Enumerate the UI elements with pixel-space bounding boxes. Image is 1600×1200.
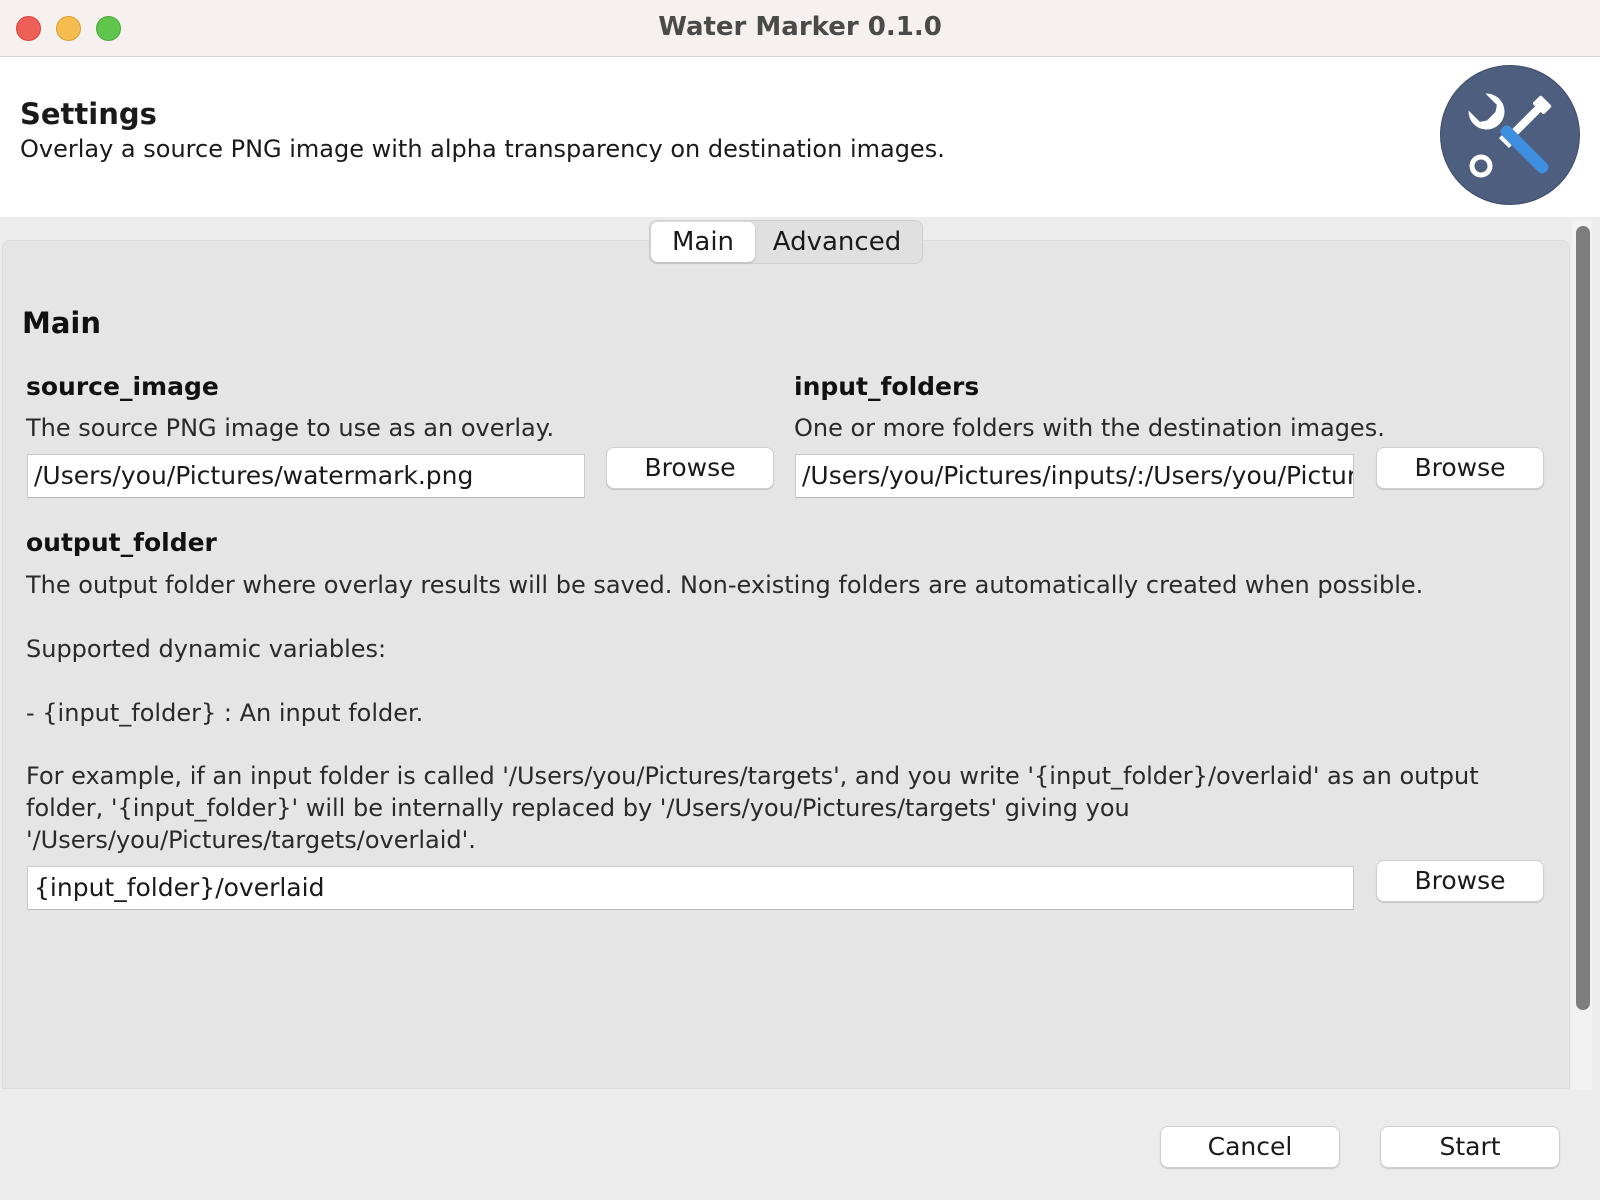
output-folder-example: For example, if an input folder is calle… <box>26 762 1479 854</box>
source-image-input[interactable]: /Users/you/Pictures/watermark.png <box>27 454 585 498</box>
footer-bar: Cancel Start <box>0 1090 1600 1200</box>
cancel-button[interactable]: Cancel <box>1160 1126 1340 1168</box>
output-folder-variable-item: - {input_folder} : An input folder. <box>26 699 424 727</box>
tab-bar: Main Advanced <box>649 220 923 264</box>
app-window: Water Marker 0.1.0 Settings Overlay a so… <box>0 0 1600 1200</box>
tab-advanced[interactable]: Advanced <box>755 222 919 262</box>
input-folders-browse-button[interactable]: Browse <box>1376 447 1544 489</box>
source-image-label: source_image <box>26 372 219 401</box>
start-button[interactable]: Start <box>1380 1126 1560 1168</box>
output-folder-input[interactable]: {input_folder}/overlaid <box>27 866 1354 910</box>
input-folders-description: One or more folders with the destination… <box>794 414 1385 442</box>
output-folder-variables-heading: Supported dynamic variables: <box>26 635 387 663</box>
page-title: Settings <box>20 97 157 131</box>
input-folders-input[interactable]: /Users/you/Pictures/inputs/:/Users/you/P… <box>795 454 1354 498</box>
output-folder-browse-button[interactable]: Browse <box>1376 860 1544 902</box>
output-folder-label: output_folder <box>26 528 217 557</box>
output-folder-description: The output folder where overlay results … <box>26 571 1424 599</box>
window-title: Water Marker 0.1.0 <box>658 12 942 42</box>
page-description: Overlay a source PNG image with alpha tr… <box>20 135 945 163</box>
title-bar: Water Marker 0.1.0 <box>0 0 1600 57</box>
source-image-description: The source PNG image to use as an overla… <box>26 414 555 442</box>
section-title: Main <box>22 306 102 340</box>
tools-icon <box>1440 65 1580 205</box>
settings-header: Settings Overlay a source PNG image with… <box>0 57 1600 217</box>
scrollbar-thumb[interactable] <box>1576 226 1590 1010</box>
input-folders-label: input_folders <box>794 372 980 401</box>
tab-main[interactable]: Main <box>651 222 755 262</box>
source-image-browse-button[interactable]: Browse <box>606 447 774 489</box>
